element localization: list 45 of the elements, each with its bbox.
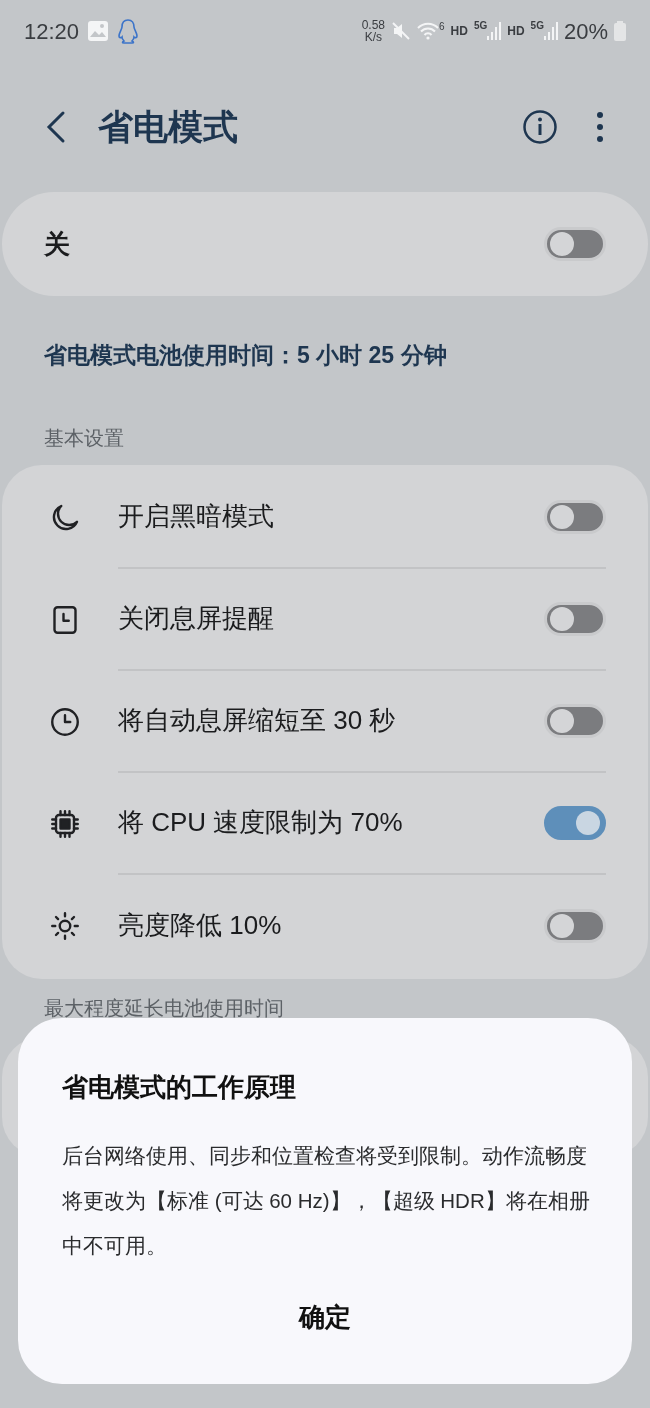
setting-label: 关闭息屏提醒 [118, 602, 274, 635]
setting-row[interactable]: 亮度降低 10% [46, 874, 606, 977]
wifi-label: 6 [439, 22, 445, 32]
hd-label: HD [450, 23, 468, 40]
network-speed: 0.58 [361, 19, 385, 31]
setting-row[interactable]: 将自动息屏缩短至 30 秒 [46, 670, 606, 773]
toggle-switch[interactable] [544, 227, 606, 261]
more-icon [596, 111, 604, 143]
network-speed-unit: K/s [364, 31, 382, 43]
section-header: 基本设置 [44, 425, 125, 451]
toggle-switch[interactable] [544, 601, 606, 636]
dialog-title: 省电模式的工作原理 [62, 1071, 297, 1104]
setting-label: 将自动息屏缩短至 30 秒 [118, 704, 396, 737]
toggle-switch[interactable] [544, 805, 606, 840]
back-icon [45, 110, 67, 144]
penguin-icon [117, 18, 140, 44]
toggle-switch[interactable] [544, 499, 606, 534]
image-icon [87, 20, 110, 42]
setting-row[interactable]: 开启黑暗模式 [46, 466, 606, 569]
setting-row[interactable]: 关闭息屏提醒 [46, 568, 606, 671]
signal-icon [487, 21, 502, 41]
page-title: 省电模式 [98, 105, 239, 148]
toggle-switch[interactable] [544, 908, 606, 943]
info-button[interactable] [520, 107, 560, 147]
section-header: 最大程度延长电池使用时间 [44, 995, 285, 1021]
setting-label: 开启黑暗模式 [118, 500, 274, 533]
battery-icon [614, 21, 626, 41]
network-type: 5G [473, 21, 488, 31]
master-switch-label: 关 [44, 227, 70, 261]
mute-icon [391, 21, 411, 41]
info-icon [522, 109, 558, 145]
master-switch-card[interactable]: 关 [2, 192, 648, 296]
signal-icon [543, 21, 558, 41]
setting-label: 将 CPU 速度限制为 70% [118, 806, 403, 839]
status-time: 12:20 [24, 17, 80, 46]
setting-row[interactable]: 将 CPU 速度限制为 70% [46, 772, 606, 875]
confirm-button[interactable]: 确定 [279, 1292, 371, 1343]
wifi-icon [417, 22, 439, 40]
setting-label: 亮度降低 10% [118, 909, 282, 942]
toggle-switch[interactable] [544, 703, 606, 738]
network-type: 5G [530, 21, 544, 31]
battery-estimate: 省电模式电池使用时间：5 小时 25 分钟 [44, 341, 448, 370]
dialog-message: 后台网络使用、同步和位置检查将受到限制。动作流畅度将更改为【标准 (可达 60 Hz)】，【超级 HDR】将在相册中不可用。 [62, 1143, 591, 1259]
hd-label: HD [507, 23, 525, 40]
battery-percent: 20% [563, 17, 608, 46]
